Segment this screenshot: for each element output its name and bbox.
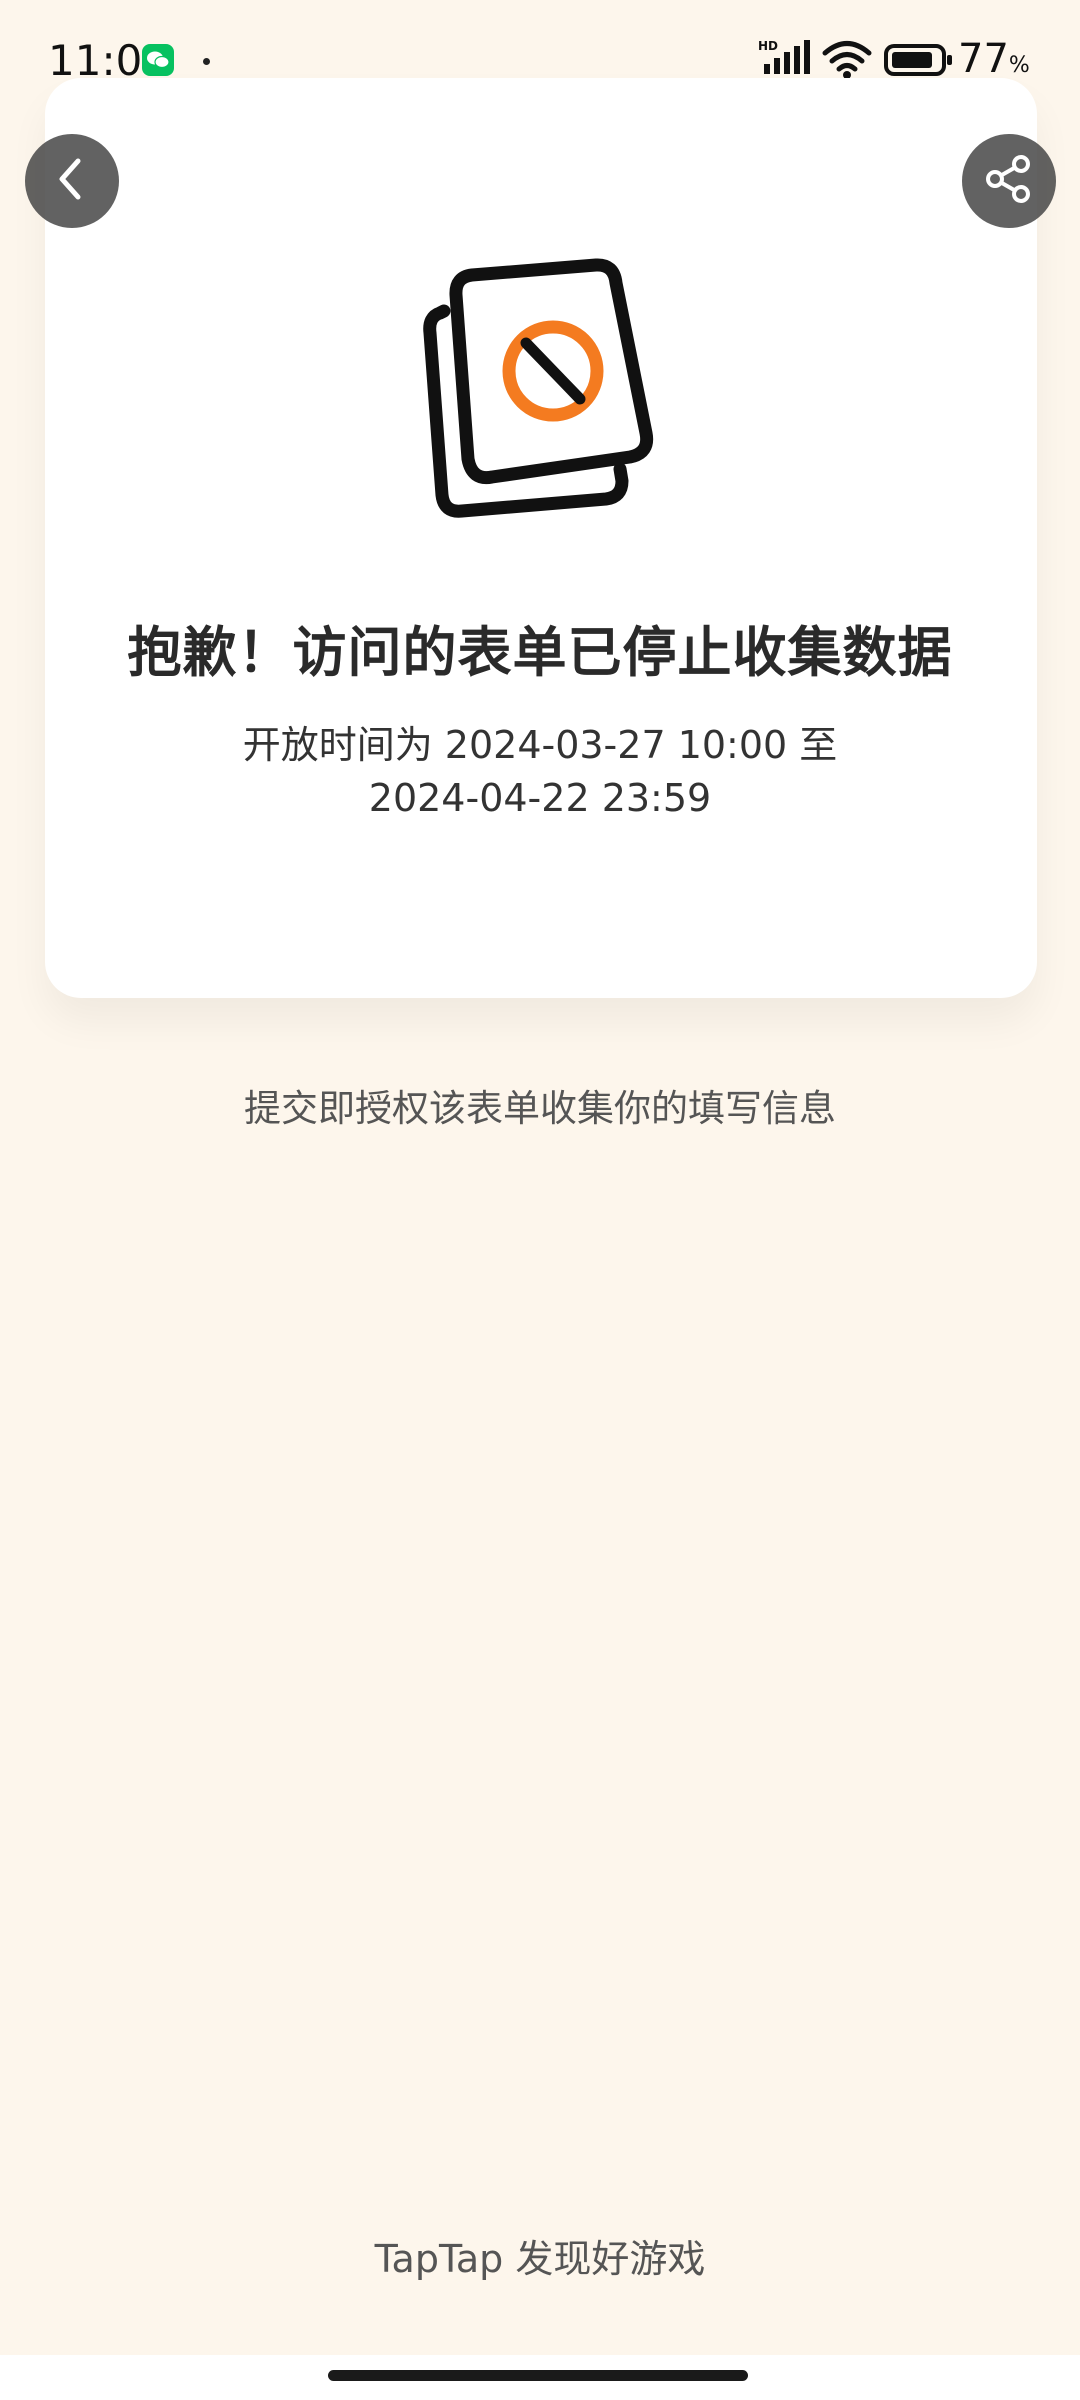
footer-brand[interactable]: TapTap 发现好游戏 <box>0 2228 1080 2283</box>
share-button[interactable] <box>962 134 1056 228</box>
battery-percentage: 77% <box>958 36 1030 82</box>
battery-value: 77 <box>958 36 1009 82</box>
back-button[interactable] <box>25 134 119 228</box>
notification-dot <box>203 58 210 65</box>
battery-icon <box>884 44 954 82</box>
battery-unit: % <box>1008 53 1030 78</box>
signal-icon: HD <box>758 38 812 82</box>
form-closed-card <box>45 78 1037 998</box>
wechat-icon <box>142 44 174 76</box>
open-period-line-1: 开放时间为 2024-03-27 10:00 至 <box>242 723 838 767</box>
chevron-left-icon <box>52 155 92 207</box>
consent-text: 提交即授权该表单收集你的填写信息 <box>244 1087 836 1130</box>
page-title: 抱歉！访问的表单已停止收集数据 <box>127 621 953 684</box>
network-type-label: HD <box>758 39 778 53</box>
home-indicator[interactable] <box>328 2370 748 2381</box>
form-closed-icon <box>410 255 670 525</box>
share-icon <box>981 151 1037 211</box>
open-period-line-2: 2024-04-22 23:59 <box>368 776 712 820</box>
